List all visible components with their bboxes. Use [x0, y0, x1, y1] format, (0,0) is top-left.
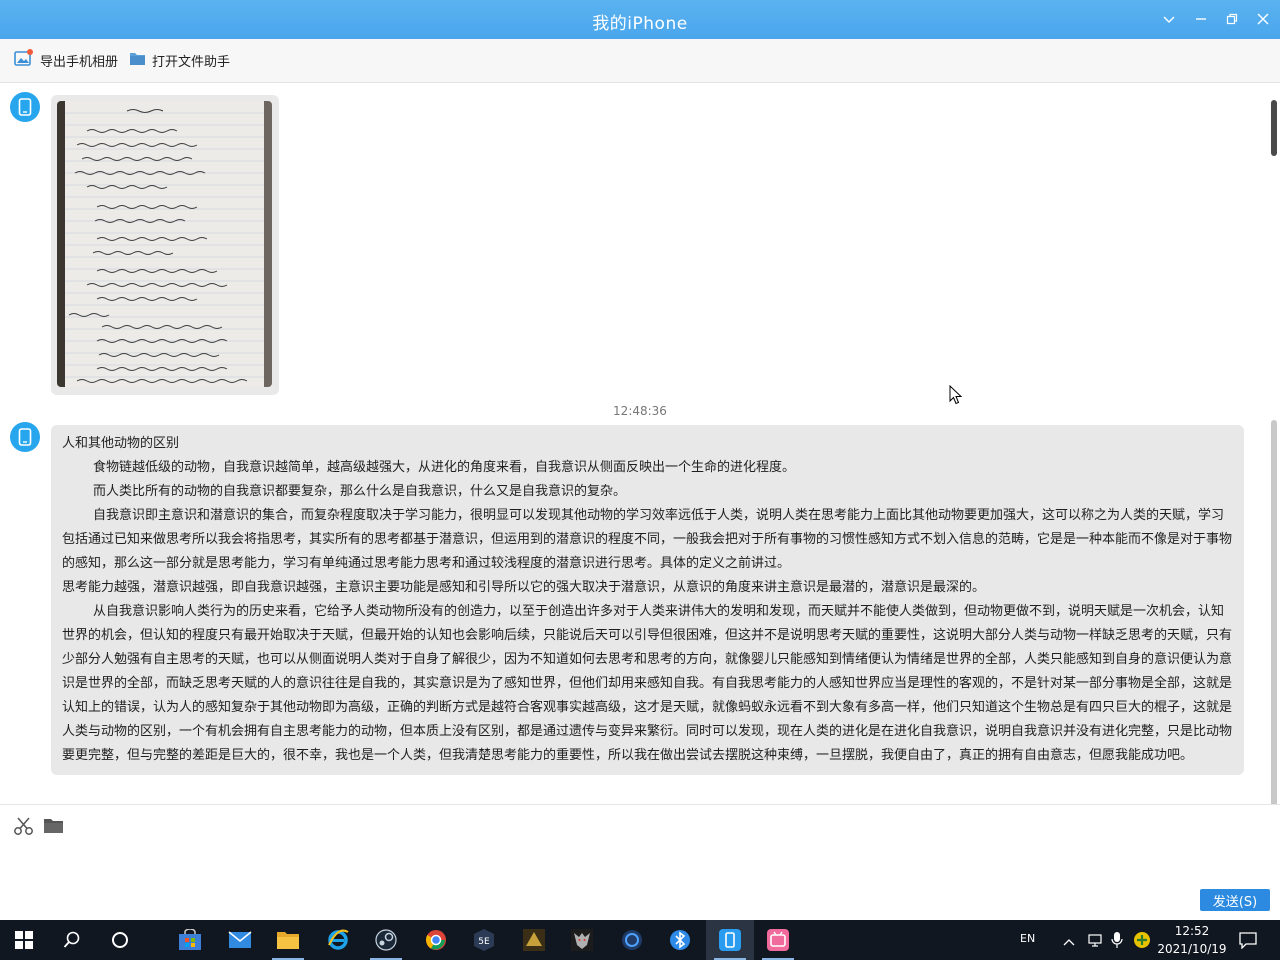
phone-avatar [10, 92, 40, 122]
open-file-helper-button[interactable]: 打开文件助手 [129, 49, 230, 71]
taskbar-app-5e[interactable]: 5E [460, 920, 508, 960]
folder-icon [277, 932, 299, 949]
clock-date: 2021/10/19 [1157, 942, 1227, 956]
mail-icon [228, 931, 252, 948]
message-paragraph: 而人类比所有的动物的自我意识都要复杂，那么什么是自我意识，什么又是自我意识的复杂… [93, 484, 627, 499]
network-icon[interactable] [1086, 932, 1104, 952]
message-paragraph: 人和其他动物的区别 [62, 436, 180, 451]
taskbar-iphone-assistant[interactable] [706, 920, 754, 960]
internet-explorer-icon [328, 929, 349, 950]
phone-icon [18, 428, 32, 446]
restore-icon[interactable] [1221, 8, 1243, 30]
microphone-icon[interactable] [1110, 931, 1124, 953]
message-paragraph: 自我意识即主意识和潜意识的集合，而复杂程度取决于学习能力，很明显可以发现其他动物… [62, 508, 1233, 571]
mouse-cursor-icon [949, 384, 963, 409]
phone-avatar [10, 422, 40, 452]
text-message[interactable]: 人和其他动物的区别 食物链越低级的动物，自我意识越简单，越高级越强大，从进化的角… [51, 425, 1244, 775]
system-clock[interactable]: 12:52 2021/10/19 [1150, 922, 1234, 958]
taskbar-store[interactable] [166, 920, 214, 960]
taskbar: 5E EN 12:52 2021/10/19 [0, 920, 1280, 960]
circle-app-icon [622, 930, 642, 950]
tray-app-icon[interactable] [1133, 931, 1151, 953]
start-button[interactable] [0, 920, 48, 960]
chrome-icon [426, 930, 446, 950]
taskbar-steam[interactable] [362, 920, 410, 960]
chevron-up-icon[interactable] [1062, 933, 1076, 952]
toolbar: 导出手机相册 打开文件助手 [0, 39, 1280, 83]
folder-icon [129, 51, 146, 70]
windows-icon [15, 931, 33, 949]
game-icon [523, 929, 545, 951]
message-timestamp: 12:48:36 [613, 404, 667, 418]
taskbar-chrome[interactable] [412, 920, 460, 960]
image-message[interactable] [51, 95, 279, 395]
title-bar: 我的iPhone [0, 0, 1280, 39]
search-icon [63, 931, 80, 948]
phone-icon [719, 929, 741, 951]
chevron-down-icon[interactable] [1158, 8, 1180, 30]
blue-app-icon [670, 930, 690, 950]
message-input-area[interactable]: 发送(S) [0, 804, 1280, 920]
taskbar-mail[interactable] [216, 920, 264, 960]
search-button[interactable] [48, 920, 96, 960]
taskbar-bilibili[interactable] [754, 920, 802, 960]
chat-area: 12:48:36 人和其他动物的区别 食物链越低级的动物，自我意识越简单，越高级… [0, 84, 1280, 812]
handwritten-notes-photo[interactable] [57, 101, 272, 387]
svg-text:5E: 5E [478, 937, 490, 947]
album-icon [14, 49, 34, 71]
phone-icon [18, 98, 32, 116]
notification-icon[interactable] [1238, 931, 1258, 953]
taskbar-file-explorer[interactable] [264, 920, 312, 960]
scroll-thumb-marker[interactable] [1271, 100, 1277, 156]
open-file-helper-label: 打开文件助手 [152, 54, 231, 70]
taskbar-app-circle[interactable] [608, 920, 656, 960]
taskbar-witcher[interactable] [558, 920, 606, 960]
scissors-icon[interactable] [13, 816, 35, 840]
cortana-button[interactable] [96, 920, 144, 960]
language-indicator[interactable]: EN [1020, 932, 1035, 945]
clock-time: 12:52 [1174, 924, 1210, 938]
steam-icon [375, 929, 397, 951]
message-paragraph: 思考能力越强，潜意识越强，即自我意识越强，主意识主要功能是感知和引导所以它的强大… [62, 580, 986, 595]
minimize-icon[interactable] [1190, 8, 1212, 30]
taskbar-game[interactable] [510, 920, 558, 960]
message-paragraph: 从自我意识影响人类行为的历史来看，它给予人类动物所没有的创造力，以至于创造出许多… [62, 604, 1233, 763]
wolf-icon [571, 929, 593, 951]
taskbar-ie[interactable] [314, 920, 362, 960]
bilibili-icon [767, 929, 789, 951]
cortana-icon [112, 932, 128, 948]
chat-scrollbar[interactable] [1270, 98, 1278, 812]
app-5e-icon: 5E [474, 929, 494, 951]
message-paragraph: 食物链越低级的动物，自我意识越简单，越高级越强大，从进化的角度来看，自我意识从侧… [93, 460, 796, 475]
window-title: 我的iPhone [592, 14, 688, 34]
export-album-label: 导出手机相册 [40, 54, 119, 70]
taskbar-app-bluetooth[interactable] [656, 920, 704, 960]
folder-icon[interactable] [43, 817, 65, 839]
close-icon[interactable] [1252, 8, 1274, 30]
scroll-thumb[interactable] [1271, 420, 1277, 812]
export-album-button[interactable]: 导出手机相册 [14, 49, 118, 71]
store-icon [179, 929, 201, 950]
send-button[interactable]: 发送(S) [1200, 889, 1270, 911]
